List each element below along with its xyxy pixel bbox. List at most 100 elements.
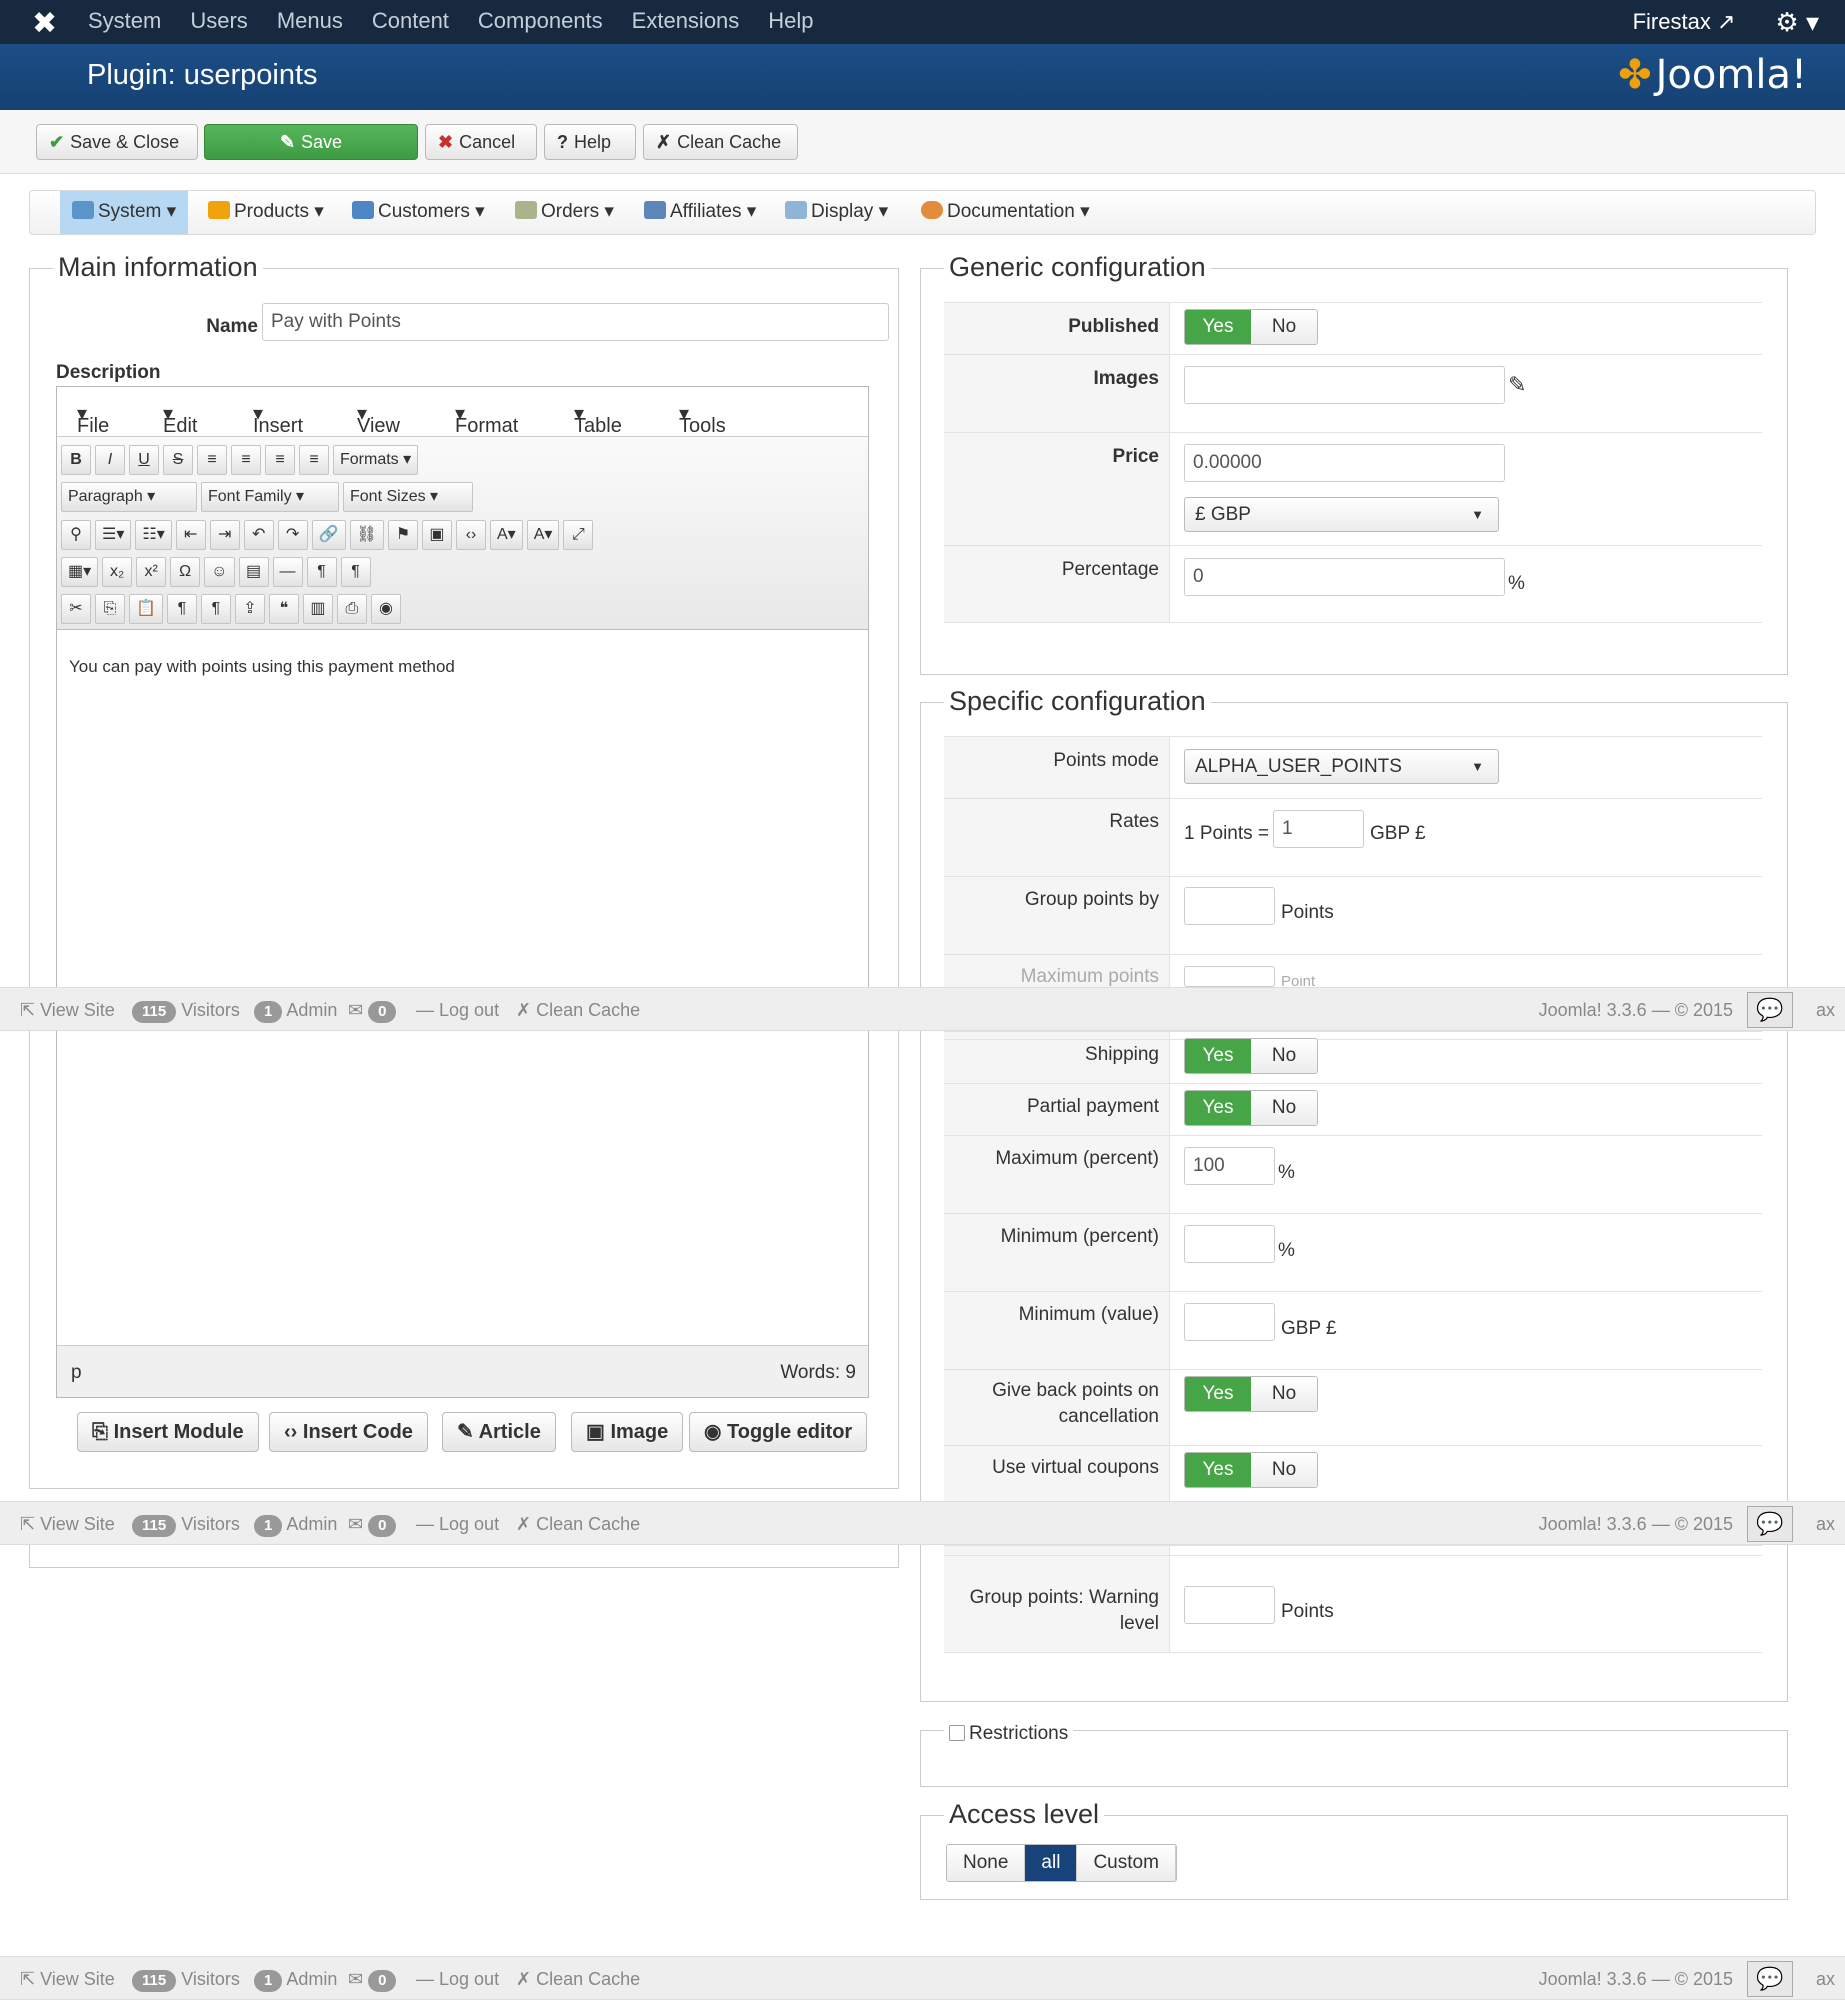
rates-input[interactable]: 1: [1273, 810, 1364, 848]
access-all-button[interactable]: all: [1025, 1845, 1078, 1881]
strikethrough-icon[interactable]: S: [163, 445, 193, 475]
published-toggle[interactable]: Yes No: [1184, 309, 1318, 345]
cut-icon[interactable]: ✂: [61, 594, 91, 624]
preview-icon[interactable]: ◉: [370, 594, 401, 624]
visual-chars-icon[interactable]: ¶: [166, 594, 197, 624]
insert-module-button[interactable]: ⎘ Insert Module: [77, 1412, 259, 1452]
images-input[interactable]: [1184, 366, 1505, 404]
editor-menu-tools[interactable]: Tools ▾: [679, 401, 726, 437]
underline-icon[interactable]: U: [129, 445, 159, 475]
partial-payment-no[interactable]: No: [1251, 1091, 1317, 1125]
virtual-coupons-yes[interactable]: Yes: [1185, 1453, 1251, 1487]
blockquote-icon[interactable]: ❝: [268, 594, 299, 624]
menu-extensions[interactable]: Extensions: [632, 0, 740, 44]
bold-icon[interactable]: B: [61, 445, 91, 475]
give-back-toggle[interactable]: Yes No: [1184, 1376, 1318, 1412]
align-justify-icon[interactable]: ≡: [299, 445, 329, 475]
pencil-icon[interactable]: ✎: [1508, 372, 1526, 398]
shipping-toggle[interactable]: Yes No: [1184, 1038, 1318, 1074]
site-link[interactable]: Firestax ↗: [1633, 9, 1736, 35]
menu-users[interactable]: Users: [190, 0, 247, 44]
subscript-icon[interactable]: x₂: [102, 557, 133, 587]
submenu-documentation[interactable]: Documentation ▾: [921, 191, 1090, 234]
chat-icon[interactable]: 💬: [1747, 992, 1793, 1028]
restrictions-legend[interactable]: Restrictions: [944, 1723, 1074, 1745]
group-points-input[interactable]: [1184, 887, 1275, 925]
view-site-link[interactable]: ⇱ View Site: [20, 1514, 115, 1535]
redo-icon[interactable]: ↷: [277, 520, 308, 550]
messages-status[interactable]: ✉ 0: [348, 1514, 397, 1537]
footer-clean-cache-link[interactable]: ✗ Clean Cache: [516, 1000, 640, 1021]
view-site-link[interactable]: ⇱ View Site: [20, 1000, 115, 1021]
table-icon[interactable]: ▦▾: [61, 557, 99, 587]
gear-icon[interactable]: ⚙ ▾: [1775, 7, 1819, 38]
media-icon[interactable]: ▤: [238, 557, 269, 587]
article-button[interactable]: ✎ Article: [442, 1412, 556, 1452]
link-icon[interactable]: 🔗: [311, 520, 346, 550]
editor-content[interactable]: You can pay with points using this payme…: [69, 657, 455, 677]
code-icon[interactable]: ‹›: [455, 520, 486, 550]
virtual-coupons-no[interactable]: No: [1251, 1453, 1317, 1487]
unlink-icon[interactable]: ⛓: [349, 520, 384, 550]
help-button[interactable]: ? Help: [544, 124, 636, 160]
editor-menu-file[interactable]: File ▾: [77, 401, 109, 437]
indent-icon[interactable]: ⇥: [209, 520, 240, 550]
submenu-products[interactable]: Products ▾: [208, 191, 324, 234]
editor-menu-insert[interactable]: Insert ▾: [253, 401, 303, 437]
paste-icon[interactable]: 📋: [129, 594, 163, 624]
undo-icon[interactable]: ↶: [243, 520, 274, 550]
give-back-no[interactable]: No: [1251, 1377, 1317, 1411]
template-icon[interactable]: ▥: [302, 594, 333, 624]
price-input[interactable]: 0.00000: [1184, 444, 1505, 482]
special-char-icon[interactable]: Ω: [170, 557, 201, 587]
save-button[interactable]: ✎ Save: [204, 124, 418, 160]
emoticon-icon[interactable]: ☺: [204, 557, 235, 587]
menu-components[interactable]: Components: [478, 0, 603, 44]
background-color-icon[interactable]: A▾: [526, 520, 560, 550]
partial-payment-yes[interactable]: Yes: [1185, 1091, 1251, 1125]
ltr-icon[interactable]: ¶: [306, 557, 337, 587]
menu-content[interactable]: Content: [372, 0, 449, 44]
paragraph-select[interactable]: Paragraph ▾: [61, 482, 197, 512]
min-value-input[interactable]: [1184, 1303, 1275, 1341]
submenu-system[interactable]: System ▾: [60, 191, 189, 234]
min-percent-input[interactable]: [1184, 1225, 1275, 1263]
bullet-list-icon[interactable]: ☰▾: [95, 520, 132, 550]
messages-status[interactable]: ✉ 0: [348, 1000, 397, 1023]
messages-status[interactable]: ✉ 0: [348, 1969, 397, 1992]
image-icon[interactable]: ▣: [421, 520, 452, 550]
logout-link[interactable]: — Log out: [416, 1514, 499, 1535]
editor-menu-edit[interactable]: Edit ▾: [163, 401, 197, 437]
max-percent-input[interactable]: 100: [1184, 1147, 1275, 1185]
align-right-icon[interactable]: ≡: [265, 445, 295, 475]
rtl-icon[interactable]: ¶: [340, 557, 371, 587]
copy-icon[interactable]: ⎘: [95, 594, 125, 624]
virtual-coupons-toggle[interactable]: Yes No: [1184, 1452, 1318, 1488]
published-yes[interactable]: Yes: [1185, 310, 1251, 344]
editor-menu-table[interactable]: Table ▾: [574, 401, 622, 437]
partial-payment-toggle[interactable]: Yes No: [1184, 1090, 1318, 1126]
font-family-select[interactable]: Font Family ▾: [201, 482, 339, 512]
shipping-no[interactable]: No: [1251, 1039, 1317, 1073]
font-sizes-select[interactable]: Font Sizes ▾: [343, 482, 473, 512]
editor-menu-format[interactable]: Format ▾: [455, 401, 518, 437]
clean-cache-button[interactable]: ✗ Clean Cache: [643, 124, 798, 160]
italic-icon[interactable]: I: [95, 445, 125, 475]
menu-help[interactable]: Help: [768, 0, 813, 44]
view-site-link[interactable]: ⇱ View Site: [20, 1969, 115, 1990]
restrictions-checkbox[interactable]: [949, 1725, 965, 1741]
upload-icon[interactable]: ⇪: [234, 594, 265, 624]
footer-clean-cache-link[interactable]: ✗ Clean Cache: [516, 1969, 640, 1990]
outdent-icon[interactable]: ⇤: [175, 520, 206, 550]
visual-blocks-icon[interactable]: ¶: [200, 594, 231, 624]
toggle-editor-button[interactable]: ◉ Toggle editor: [689, 1412, 868, 1452]
find-replace-icon[interactable]: ⚲: [61, 520, 91, 550]
give-back-yes[interactable]: Yes: [1185, 1377, 1251, 1411]
superscript-icon[interactable]: x²: [136, 557, 167, 587]
logout-link[interactable]: — Log out: [416, 1000, 499, 1021]
bookmark-icon[interactable]: ⚑: [387, 520, 418, 550]
horizontal-rule-icon[interactable]: —: [272, 557, 303, 587]
currency-select[interactable]: £ GBP ▼: [1184, 497, 1499, 532]
editor-menu-view[interactable]: View ▾: [357, 401, 400, 437]
menu-menus[interactable]: Menus: [277, 0, 343, 44]
